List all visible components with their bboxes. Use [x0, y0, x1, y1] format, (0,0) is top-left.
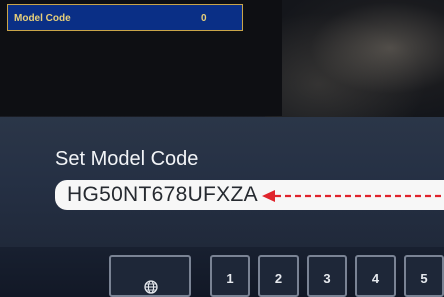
key-2[interactable]: 2	[258, 255, 299, 297]
globe-icon	[144, 280, 158, 294]
key-label: 1	[226, 271, 234, 286]
background-image	[265, 0, 444, 120]
language-key[interactable]	[109, 255, 191, 297]
service-menu-panel: Model Code 0	[0, 0, 282, 116]
key-1[interactable]: 1	[210, 255, 250, 297]
menu-row-value: 0	[201, 13, 207, 24]
dialog-title: Set Model Code	[55, 148, 199, 170]
key-5[interactable]: 5	[404, 255, 444, 297]
annotation-arrow-icon	[262, 190, 444, 202]
key-3[interactable]: 3	[307, 255, 347, 297]
model-code-value: HG50NT678UFXZA	[67, 183, 258, 206]
key-label: 3	[323, 271, 331, 286]
key-label: 2	[274, 271, 283, 286]
menu-row-model-code[interactable]: Model Code 0	[7, 4, 243, 31]
key-label: 4	[371, 271, 380, 286]
key-4[interactable]: 4	[355, 255, 396, 297]
key-label: 5	[420, 271, 428, 286]
menu-row-label: Model Code	[14, 13, 71, 24]
